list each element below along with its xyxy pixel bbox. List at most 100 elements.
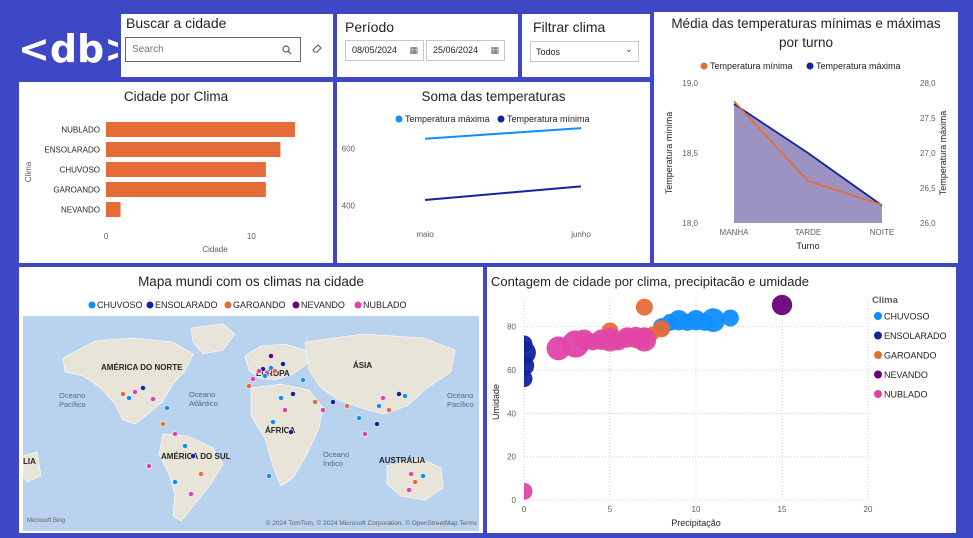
city-point[interactable] [140, 385, 146, 391]
x-tick-label: NOITE [870, 228, 894, 237]
brand-logo: <db> [18, 24, 136, 74]
period-title: Período [345, 19, 395, 35]
bubble-point[interactable] [516, 335, 533, 353]
city-point[interactable] [290, 391, 296, 397]
legend-marker [292, 301, 300, 309]
city-point[interactable] [288, 429, 294, 435]
city-point[interactable] [268, 353, 274, 359]
city-search-title: Buscar a cidade [126, 15, 227, 31]
city-point[interactable] [256, 368, 262, 374]
bubble-point[interactable] [721, 309, 739, 327]
map-label-pacific: Oceano Pacífico [59, 391, 86, 409]
city-point[interactable] [172, 431, 178, 437]
calendar-icon[interactable]: ▦ [409, 45, 418, 56]
end-date-value: 25/06/2024 [433, 45, 479, 55]
city-point[interactable] [150, 396, 156, 402]
city-search-input[interactable] [132, 39, 272, 60]
end-date-input[interactable]: 25/06/2024 ▦ [426, 40, 505, 61]
search-icon[interactable] [282, 45, 292, 55]
city-point[interactable] [300, 377, 306, 383]
city-point[interactable] [356, 415, 362, 421]
bar[interactable] [106, 142, 281, 157]
city-point[interactable] [380, 395, 386, 401]
city-point[interactable] [188, 491, 194, 497]
city-point[interactable] [386, 407, 392, 413]
series-line[interactable] [424, 127, 582, 140]
y-tick-label: GAROANDO [53, 186, 100, 195]
city-point[interactable] [172, 479, 178, 485]
legend-marker [806, 62, 814, 70]
city-point[interactable] [198, 471, 204, 477]
city-point[interactable] [412, 479, 418, 485]
city-point[interactable] [262, 373, 268, 379]
map-label-north-america: AMÉRICA DO NORTE [101, 363, 183, 372]
start-date-input[interactable]: 08/05/2024 ▦ [345, 40, 424, 61]
legend-marker [700, 62, 708, 70]
city-point[interactable] [408, 471, 414, 477]
x-tick-label: 0 [104, 232, 109, 241]
city-point[interactable] [396, 391, 402, 397]
bar[interactable] [106, 162, 266, 177]
city-point[interactable] [266, 473, 272, 479]
city-point[interactable] [270, 419, 276, 425]
city-point[interactable] [362, 431, 368, 437]
city-point[interactable] [120, 391, 126, 397]
city-point[interactable] [278, 395, 284, 401]
map-label-asia: ÁSIA [353, 361, 372, 370]
city-point[interactable] [374, 421, 380, 427]
city-point[interactable] [132, 389, 138, 395]
shift-legend: Temperatura mínima Temperatura máxima [700, 61, 901, 71]
city-point[interactable] [312, 399, 318, 405]
bubble-point[interactable] [632, 327, 657, 352]
y-axis-title: Temperatura mínima [664, 112, 674, 195]
city-point[interactable] [402, 393, 408, 399]
bar[interactable] [106, 122, 295, 137]
bubble-point[interactable] [516, 482, 533, 500]
city-point[interactable] [344, 403, 350, 409]
bubble-point[interactable] [516, 370, 533, 388]
city-point[interactable] [282, 407, 288, 413]
city-point[interactable] [250, 376, 256, 382]
logo-text: <db> [18, 27, 118, 71]
legend-label: NEVANDO [301, 300, 345, 310]
city-point[interactable] [190, 453, 196, 459]
bubble-point[interactable] [635, 298, 653, 316]
bar[interactable] [106, 202, 121, 217]
city-point[interactable] [272, 368, 278, 374]
world-map[interactable]: AMÉRICA DO NORTEEUROPAÁSIAÁFRICAAMÉRICA … [23, 316, 479, 531]
city-by-weather-panel: Cidade por Clima NUBLADO ENSOLARADO CHUVOS… [19, 82, 333, 263]
city-search-box[interactable] [125, 37, 301, 62]
city-point[interactable] [280, 361, 286, 367]
city-point[interactable] [146, 463, 152, 469]
x-tick-label: 15 [778, 505, 787, 514]
series-line[interactable] [424, 185, 582, 201]
city-point[interactable] [320, 407, 326, 413]
city-point[interactable] [330, 399, 336, 405]
city-point[interactable] [376, 403, 382, 409]
bubble-chart: 0 5 10 15 20 80 60 40 20 0 Precipitação Umidade Clim… [491, 294, 947, 528]
x-tick-label: 10 [247, 232, 256, 241]
city-point[interactable] [420, 473, 426, 479]
bubble-point[interactable] [653, 320, 671, 338]
bubble-point[interactable] [771, 294, 793, 316]
city-point[interactable] [182, 443, 188, 449]
legend-marker [354, 301, 362, 309]
city-point[interactable] [160, 421, 166, 427]
x-tick-label: maio [416, 230, 434, 239]
y2-tick-label: 26,5 [920, 184, 936, 193]
city-point[interactable] [246, 383, 252, 389]
chevron-down-icon[interactable]: ⌄ [625, 44, 633, 55]
city-point[interactable] [126, 395, 132, 401]
bubble-point[interactable] [701, 308, 726, 333]
city-point[interactable] [406, 487, 412, 493]
city-point[interactable] [164, 405, 170, 411]
bar[interactable] [106, 182, 266, 197]
bing-label: Microsoft Bing [27, 518, 65, 524]
map-label-pacific-east: Oceano Pacífico [447, 391, 474, 409]
legend-marker [874, 331, 882, 340]
calendar-icon[interactable]: ▦ [490, 45, 499, 56]
weather-filter-dropdown[interactable]: Todos ⌄ [530, 41, 639, 62]
temp-by-shift-chart: Temperatura mínima Temperatura máxima 19,0… [664, 61, 948, 251]
bubble-panel: Contagem de cidade por clima, precipitac… [487, 267, 956, 533]
eraser-icon[interactable] [311, 42, 323, 54]
